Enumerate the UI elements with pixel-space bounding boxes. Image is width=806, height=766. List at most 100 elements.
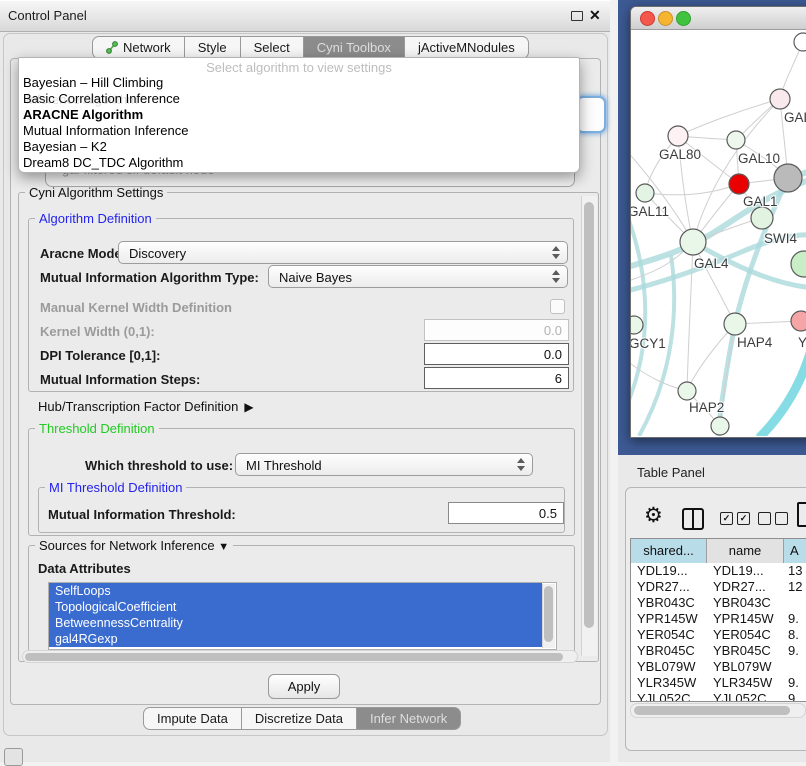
- network-node-y[interactable]: [791, 311, 806, 331]
- data-attributes-list: SelfLoopsTopologicalCoefficientBetweenne…: [48, 582, 557, 650]
- apply-button[interactable]: Apply: [268, 674, 340, 699]
- network-node[interactable]: [791, 251, 806, 277]
- sources-title[interactable]: Sources for Network Inference ▼: [35, 538, 233, 553]
- network-graph[interactable]: GALGAL80GAL10GAL1GAL11SWI4GAL4GCY1HAP4YH…: [631, 30, 806, 436]
- table-horizontal-scrollbar[interactable]: [630, 703, 806, 718]
- column-header-shared[interactable]: shared...: [631, 539, 707, 563]
- tab-label: Impute Data: [157, 711, 228, 726]
- table-row[interactable]: YBR045CYBR045C9.: [631, 643, 806, 659]
- checked-box-icon[interactable]: ✓: [737, 512, 750, 525]
- tab-impute-data[interactable]: Impute Data: [143, 707, 242, 730]
- tab-label: Network: [123, 40, 171, 55]
- table-row[interactable]: YDL19...YDL19...13: [631, 563, 806, 579]
- float-window-icon[interactable]: [571, 11, 583, 21]
- network-node-gal4[interactable]: [680, 229, 706, 255]
- which-threshold-combo[interactable]: MI Threshold: [235, 453, 533, 476]
- algorithm-option[interactable]: ARACNE Algorithm: [19, 107, 579, 123]
- zoom-traffic-light[interactable]: [676, 11, 691, 26]
- docked-panel-icon[interactable]: [4, 748, 23, 766]
- hub-definition-expander[interactable]: Hub/Transcription Factor Definition▶: [38, 399, 254, 414]
- list-scrollbar-thumb[interactable]: [544, 586, 553, 642]
- mi-steps-field[interactable]: [424, 367, 569, 389]
- settings-scrollbar-thumb[interactable]: [584, 202, 594, 628]
- horizontal-scrollbar-thumb[interactable]: [25, 653, 563, 661]
- table-row[interactable]: YBL079WYBL079W: [631, 659, 806, 675]
- unchecked-box-icon[interactable]: [775, 512, 788, 525]
- mi-type-combo[interactable]: Naive Bayes: [268, 265, 568, 288]
- horizontal-scrollbar[interactable]: [22, 650, 578, 663]
- algorithm-option[interactable]: Dream8 DC_TDC Algorithm: [19, 155, 579, 171]
- network-icon: [106, 41, 118, 54]
- network-node-gal11[interactable]: [636, 184, 654, 202]
- tab-select[interactable]: Select: [241, 36, 304, 59]
- tab-label: jActiveMNodules: [418, 40, 515, 55]
- network-node[interactable]: [711, 417, 729, 435]
- minimize-traffic-light[interactable]: [658, 11, 673, 26]
- column-header-name[interactable]: name: [707, 539, 784, 563]
- aracne-mode-combo[interactable]: Discovery: [118, 241, 568, 264]
- tab-style[interactable]: Style: [185, 36, 241, 59]
- network-node-gal80[interactable]: [668, 126, 688, 146]
- attribute-item[interactable]: SelfLoops: [49, 583, 542, 599]
- table-cell: YER054C: [631, 627, 707, 643]
- unchecked-box-icon[interactable]: [758, 512, 771, 525]
- table-row[interactable]: YDR27...YDR27...12: [631, 579, 806, 595]
- table-panel: Table Panel ⚙ ✓ ✓ shared... name A YDL19…: [618, 455, 806, 762]
- table-cell: YBR043C: [631, 595, 707, 611]
- control-panel-window: Control Panel ✕ Network Style Select Cyn…: [0, 0, 610, 762]
- mi-threshold-field[interactable]: [448, 502, 564, 524]
- kernel-width-field[interactable]: [424, 319, 569, 341]
- algorithm-option[interactable]: Mutual Information Inference: [19, 123, 579, 139]
- network-node[interactable]: [794, 33, 806, 51]
- network-node-gal[interactable]: [770, 89, 790, 109]
- settings-scrollbar[interactable]: [581, 196, 597, 656]
- network-node-gcy1[interactable]: [631, 316, 643, 334]
- control-panel-titlebar: Control Panel ✕: [0, 0, 610, 32]
- manual-kernel-checkbox[interactable]: [550, 299, 565, 314]
- table-row[interactable]: YLR345WYLR345W9.: [631, 675, 806, 691]
- expand-arrow-icon: ▶: [244, 400, 253, 414]
- tab-network[interactable]: Network: [92, 36, 185, 59]
- algorithm-option[interactable]: Bayesian – K2: [19, 139, 579, 155]
- table-cell: YBR045C: [631, 643, 707, 659]
- network-window-titlebar[interactable]: [631, 7, 806, 30]
- combo-value: Discovery: [129, 246, 186, 261]
- table-scrollbar-thumb[interactable]: [634, 706, 790, 715]
- algorithm-dropdown-popup: Select algorithm to view settings Bayesi…: [18, 57, 580, 173]
- network-canvas[interactable]: GALGAL80GAL10GAL1GAL11SWI4GAL4GCY1HAP4YH…: [631, 30, 806, 436]
- attribute-item[interactable]: TopologicalCoefficient: [49, 599, 542, 615]
- table-row[interactable]: YBR043CYBR043C: [631, 595, 806, 611]
- close-traffic-light[interactable]: [640, 11, 655, 26]
- table-cell: YPR145W: [707, 611, 784, 627]
- tab-discretize-data[interactable]: Discretize Data: [242, 707, 357, 730]
- split-columns-icon[interactable]: [682, 508, 704, 530]
- column-header-partial[interactable]: A: [784, 539, 806, 563]
- network-node-hap2[interactable]: [678, 382, 696, 400]
- network-node-hap4[interactable]: [724, 313, 746, 335]
- table-cell: [784, 659, 806, 675]
- table-row[interactable]: YPR145WYPR145W9.: [631, 611, 806, 627]
- attribute-item[interactable]: gal4RGexp: [49, 631, 542, 647]
- algorithm-option[interactable]: Bayesian – Hill Climbing: [19, 75, 579, 91]
- network-node-gal1[interactable]: [729, 174, 749, 194]
- gear-icon[interactable]: ⚙: [644, 503, 663, 528]
- list-scrollbar[interactable]: [542, 584, 555, 648]
- tab-infer-network[interactable]: Infer Network: [357, 707, 461, 730]
- node-label: SWI4: [764, 231, 797, 246]
- tab-jactivemnodules[interactable]: jActiveMNodules: [405, 36, 529, 59]
- tab-cyni-toolbox[interactable]: Cyni Toolbox: [304, 36, 405, 59]
- checked-box-icon[interactable]: ✓: [720, 512, 733, 525]
- node-label: GAL1: [743, 194, 778, 209]
- table-row[interactable]: YJL052CYJL052C9: [631, 691, 806, 702]
- network-node[interactable]: [774, 164, 802, 192]
- network-node-swi4[interactable]: [751, 207, 773, 229]
- network-node-gal10[interactable]: [727, 131, 745, 149]
- attribute-item[interactable]: BetweennessCentrality: [49, 615, 542, 631]
- table-cell: YBR043C: [707, 595, 784, 611]
- dpi-tolerance-field[interactable]: [424, 343, 569, 365]
- table-cell: YJL052C: [631, 691, 707, 702]
- spinner-icon: [551, 245, 561, 261]
- close-icon[interactable]: ✕: [589, 7, 601, 24]
- table-row[interactable]: YER054CYER054C8.: [631, 627, 806, 643]
- document-icon[interactable]: [797, 502, 806, 527]
